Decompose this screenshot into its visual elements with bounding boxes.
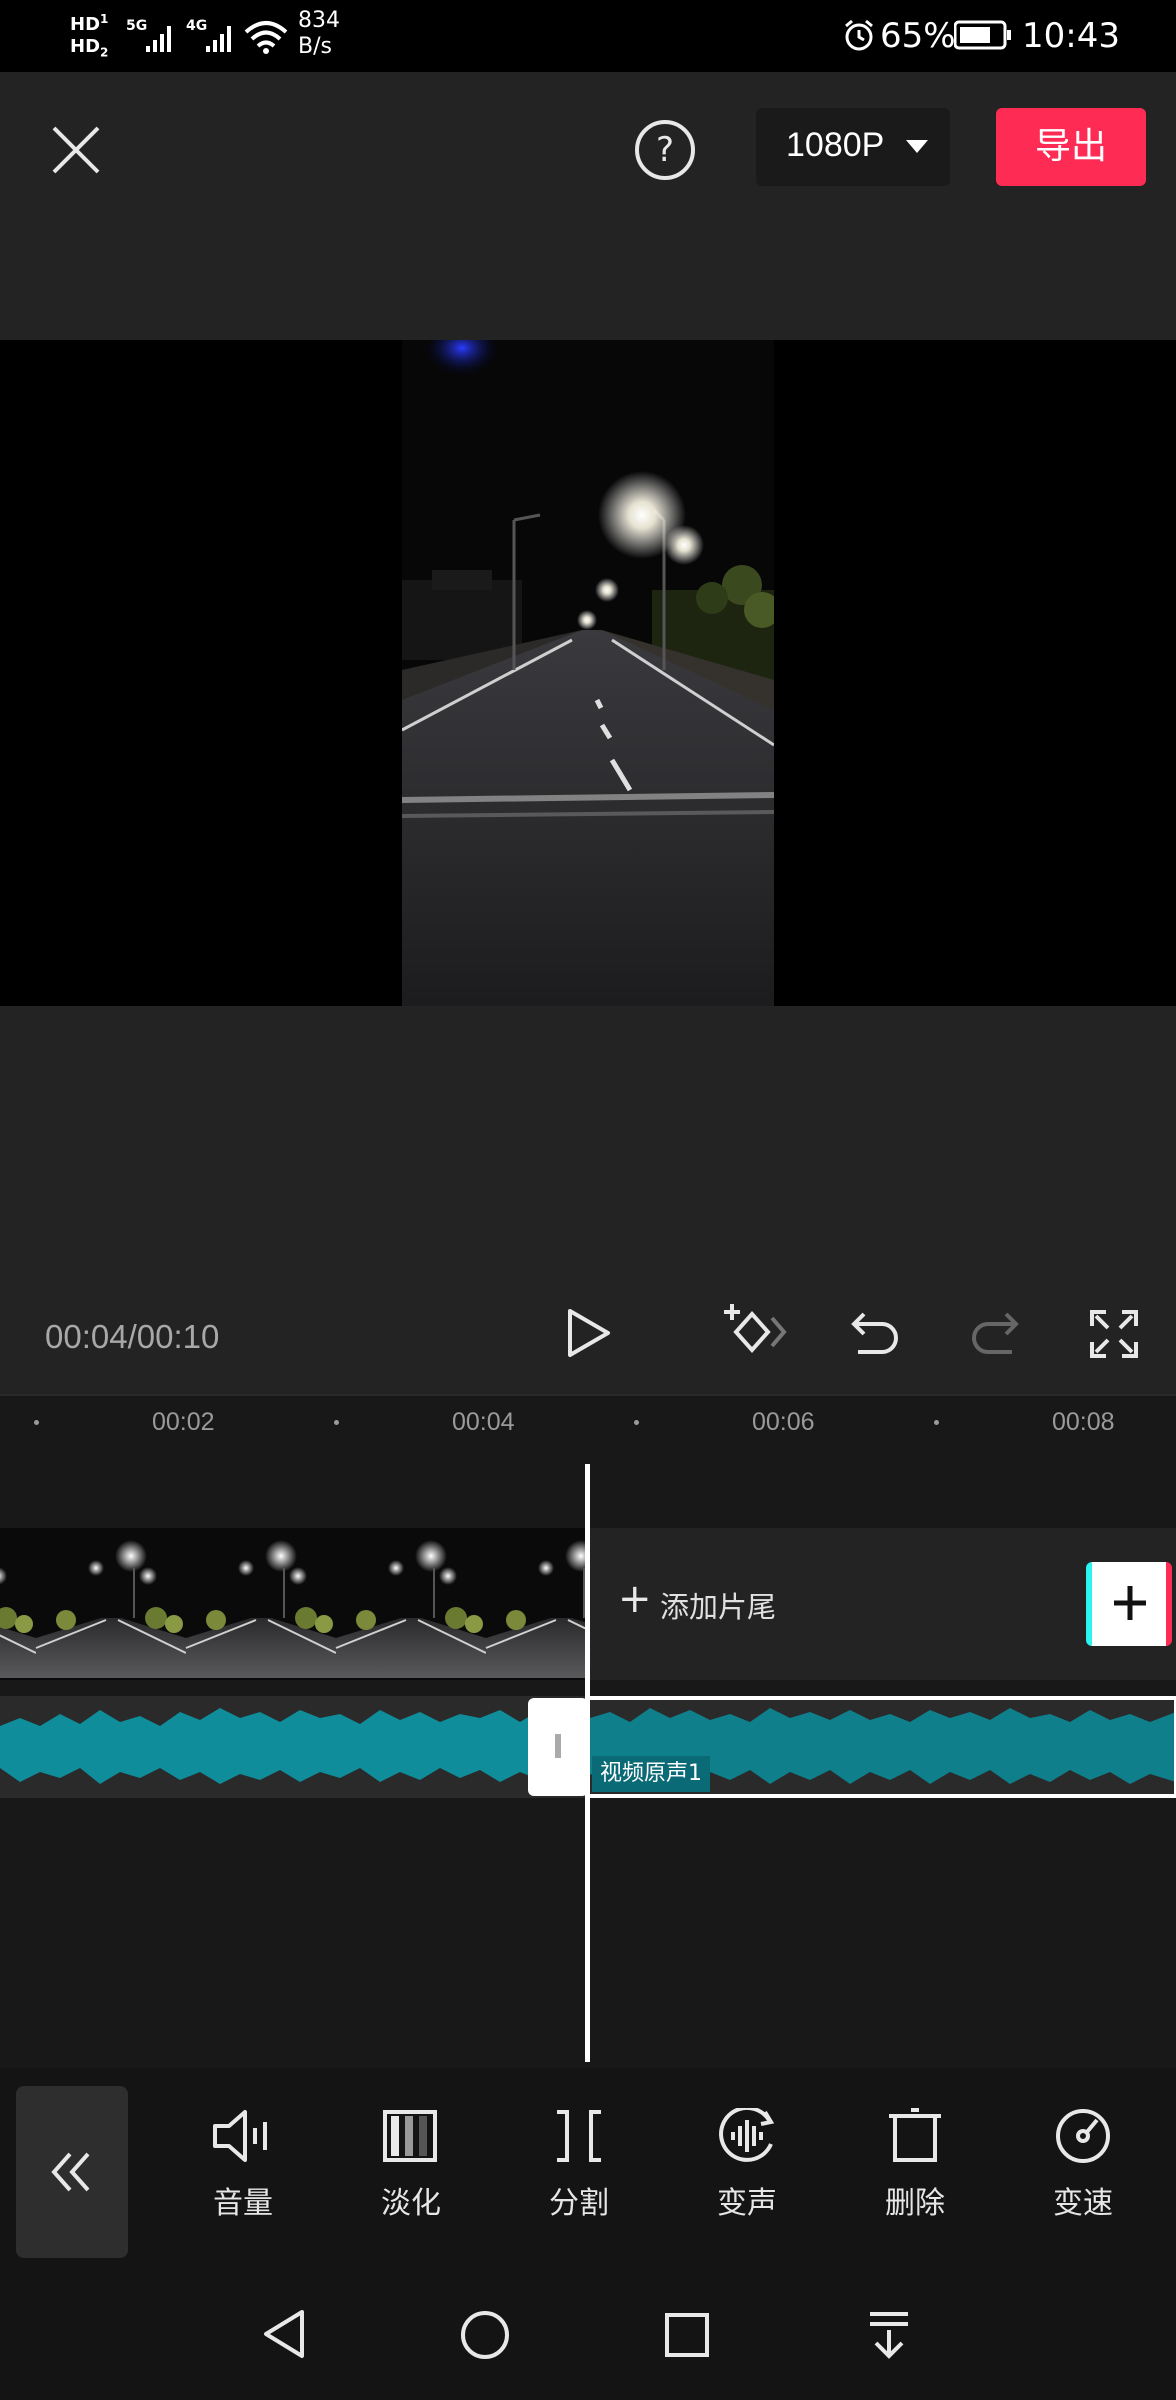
home-circle-icon[interactable] [460, 2310, 510, 2360]
tool-delete[interactable]: 删除 [855, 2108, 975, 2258]
tool-speed[interactable]: 变速 [1023, 2108, 1143, 2258]
plus-icon [1114, 1586, 1146, 1620]
tool-label: 变速 [1053, 2186, 1113, 2221]
tool-voice-change[interactable]: 变声 [687, 2108, 807, 2258]
clock: 10:43 [1022, 16, 1120, 56]
voice-change-icon [719, 2108, 775, 2162]
ruler-dot [634, 1420, 639, 1425]
signal-wifi-icon: 5G 4G [126, 18, 288, 54]
tool-split[interactable]: 分割 [519, 2108, 639, 2258]
video-clip-track[interactable] [0, 1528, 586, 1680]
tool-label: 删除 [885, 2186, 945, 2221]
split-icon [557, 2110, 601, 2162]
network-speed: 834 B/s [298, 8, 340, 59]
ruler-tick: 00:02 [152, 1408, 215, 1436]
tool-label: 分割 [549, 2186, 609, 2221]
battery-icon [954, 20, 1011, 50]
divider [0, 1394, 1176, 1396]
ruler-tick: 00:08 [1052, 1408, 1115, 1436]
ruler-dot [34, 1420, 39, 1425]
ruler-tick: 00:06 [752, 1408, 815, 1436]
status-bar: HD1 HD2 5G 4G 834 B/s 65% 10:43 [0, 0, 1176, 72]
add-clip-button[interactable] [1086, 1562, 1172, 1646]
notification-pull-icon[interactable] [866, 2310, 912, 2360]
fade-icon [383, 2110, 437, 2162]
add-ending-label: 添加片尾 [660, 1590, 777, 1624]
caret-down-icon [906, 140, 928, 153]
resolution-value: 1080P [786, 126, 885, 164]
back-button[interactable] [16, 2086, 128, 2258]
close-icon[interactable] [50, 124, 102, 176]
tool-label: 淡化 [381, 2186, 441, 2221]
export-button[interactable]: 导出 [996, 108, 1146, 186]
resolution-dropdown[interactable]: 1080P [756, 108, 950, 186]
tool-label: 变声 [717, 2186, 777, 2221]
hd-network-icon: HD1 HD2 [70, 12, 109, 60]
fullscreen-icon[interactable] [1090, 1310, 1138, 1358]
help-icon[interactable]: ? [634, 119, 696, 181]
video-frame [402, 340, 774, 1006]
delete-icon [889, 2108, 941, 2162]
redo-icon[interactable] [970, 1308, 1020, 1356]
keyframe-icon[interactable] [718, 1300, 790, 1362]
tool-label: 音量 [213, 2186, 273, 2221]
alarm-icon [845, 19, 873, 51]
time-readout: 00:04/00:10 [45, 1318, 220, 1355]
plus-icon: + [618, 1576, 652, 1622]
recents-square-icon[interactable] [664, 2312, 710, 2358]
svg-text:5G: 5G [126, 18, 147, 34]
double-chevron-left-icon [51, 2152, 90, 2192]
back-triangle-icon[interactable] [262, 2308, 306, 2360]
ruler-dot [334, 1420, 339, 1425]
audio-track-label: 视频原声1 [592, 1756, 710, 1792]
editor-toolbar: ? 1080P 导出 [0, 72, 1176, 340]
undo-icon[interactable] [850, 1308, 900, 1356]
video-preview[interactable] [0, 340, 1176, 1006]
system-nav-bar [0, 2268, 1176, 2400]
play-icon[interactable] [566, 1308, 612, 1358]
ruler-dot [934, 1420, 939, 1425]
tool-fade[interactable]: 淡化 [351, 2108, 471, 2258]
battery-percent: 65% [880, 16, 956, 56]
speed-icon [1056, 2109, 1110, 2163]
svg-text:4G: 4G [186, 18, 207, 34]
tool-volume[interactable]: 音量 [183, 2108, 303, 2258]
volume-icon [213, 2110, 267, 2162]
playhead[interactable] [585, 1464, 590, 2062]
svg-text:?: ? [656, 130, 674, 170]
ruler-tick: 00:04 [452, 1408, 515, 1436]
